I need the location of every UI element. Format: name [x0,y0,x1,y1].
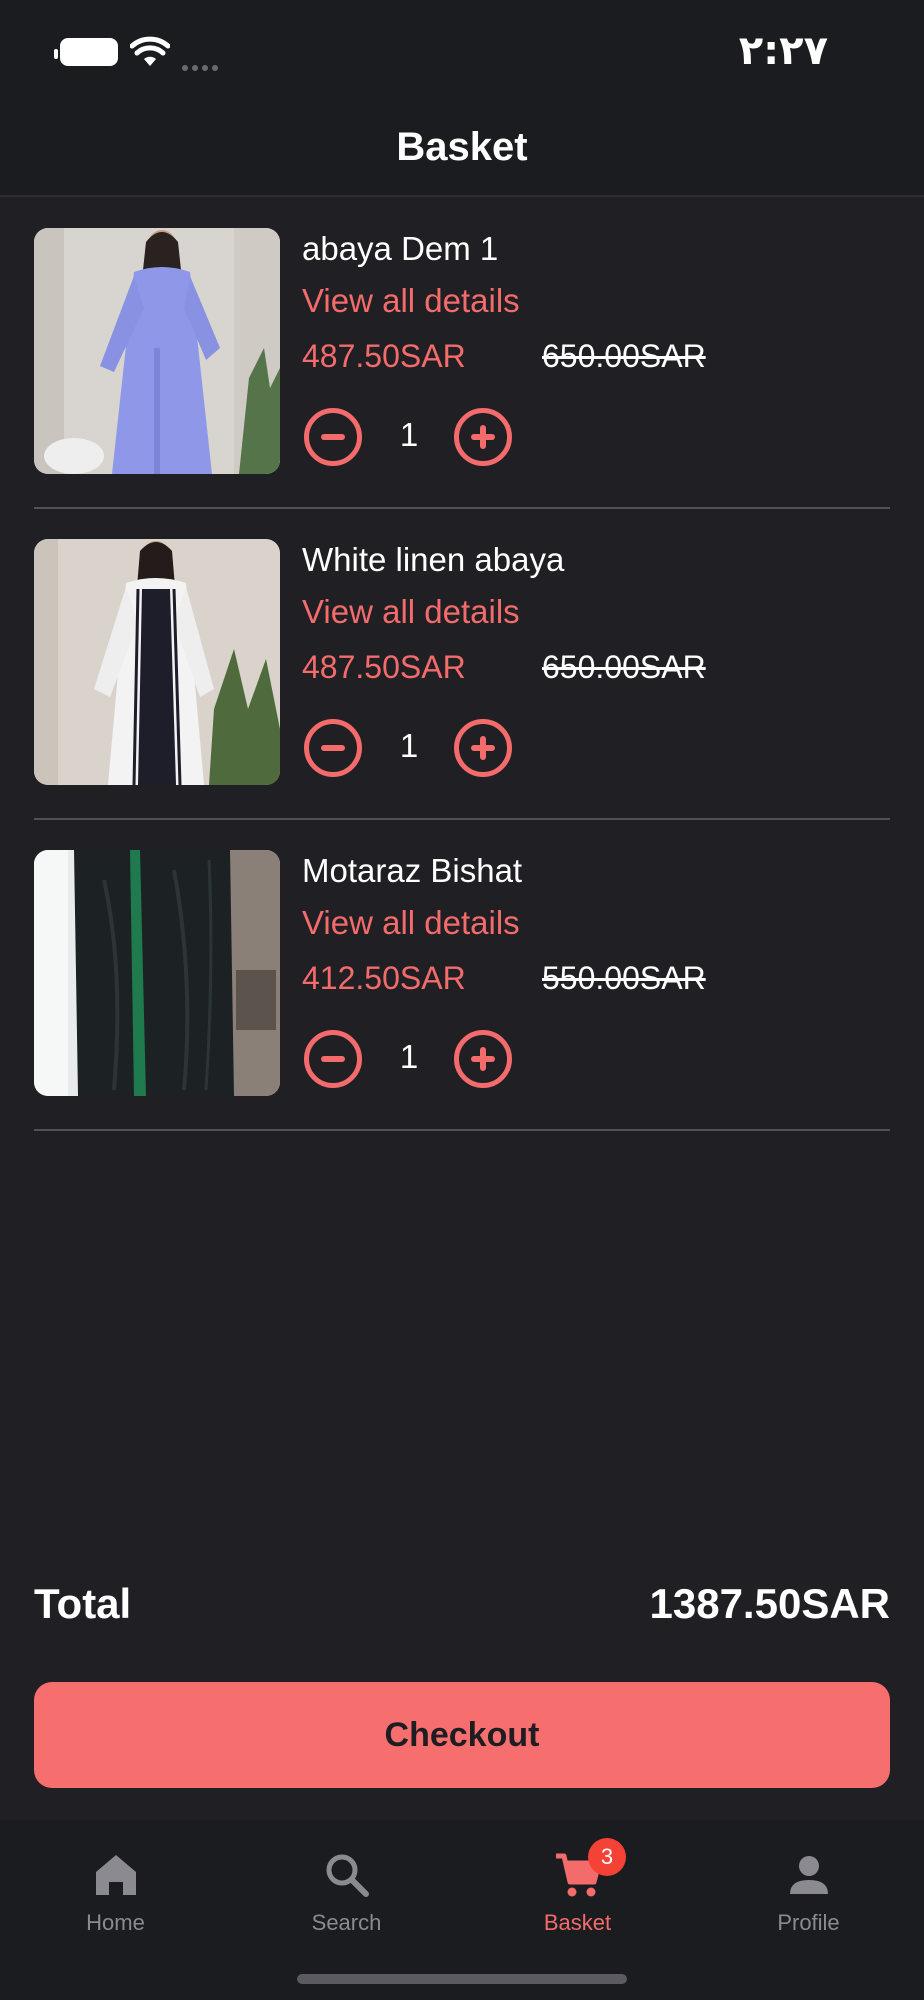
increase-quantity-button[interactable] [454,1030,512,1088]
nav-item-basket[interactable]: 3 Basket [462,1838,693,1948]
basket-item: abaya Dem 1 View all details 487.50SAR 6… [34,198,890,509]
product-image[interactable] [34,850,280,1096]
status-time: ٢:٢٧ [738,28,828,74]
total-label: Total [34,1580,132,1627]
decrease-quantity-button[interactable] [304,408,362,466]
increase-quantity-button[interactable] [454,719,512,777]
nav-item-profile[interactable]: Profile [693,1838,924,1948]
increase-quantity-button[interactable] [454,408,512,466]
view-details-link[interactable]: View all details [302,282,520,320]
item-price: 487.50SAR [302,338,466,374]
item-original-price: 650.00SAR [542,649,706,685]
basket-screen: ٢:٢٧ Basket abaya Dem 1 View all details… [0,0,924,2000]
quantity-value: 1 [399,727,419,764]
product-image[interactable] [34,539,280,785]
product-image[interactable] [34,228,280,474]
decrease-quantity-button[interactable] [304,719,362,777]
view-details-link[interactable]: View all details [302,593,520,631]
nav-label: Search [311,1910,382,1935]
item-price: 487.50SAR [302,649,466,685]
quantity-value: 1 [399,416,419,453]
bottom-nav: Home Search 3 Basket Profile [0,1820,924,2000]
status-bar: ٢:٢٧ [0,0,924,100]
battery-icon [54,38,118,66]
item-original-price: 650.00SAR [542,338,706,374]
app-header: Basket [0,100,924,197]
home-icon [95,1855,136,1895]
decrease-quantity-button[interactable] [304,1030,362,1088]
item-name: abaya Dem 1 [302,230,499,267]
search-icon [326,1854,369,1897]
basket-list: abaya Dem 1 View all details 487.50SAR 6… [34,198,890,1131]
nav-label: Home [86,1910,145,1935]
nav-item-search[interactable]: Search [231,1838,462,1948]
home-indicator[interactable] [297,1974,627,1984]
total-value: 1387.50SAR [649,1580,891,1627]
basket-item: Motaraz Bishat View all details 412.50SA… [34,820,890,1131]
nav-item-home[interactable]: Home [0,1838,231,1948]
quantity-value: 1 [399,1038,419,1075]
view-details-link[interactable]: View all details [302,904,520,942]
nav-label: Profile [777,1910,840,1935]
basket-item: White linen abaya View all details 487.5… [34,509,890,820]
item-name: Motaraz Bishat [302,852,523,889]
item-original-price: 550.00SAR [542,960,706,996]
person-icon [789,1856,828,1894]
checkout-button[interactable]: Checkout [34,1682,890,1788]
nav-label: Basket [543,1910,612,1935]
signal-icon [182,58,226,71]
item-price: 412.50SAR [302,960,466,996]
cart-count-badge: 3 [588,1838,626,1876]
wifi-icon [130,36,170,66]
page-title: Basket [396,125,528,169]
item-name: White linen abaya [302,541,565,578]
